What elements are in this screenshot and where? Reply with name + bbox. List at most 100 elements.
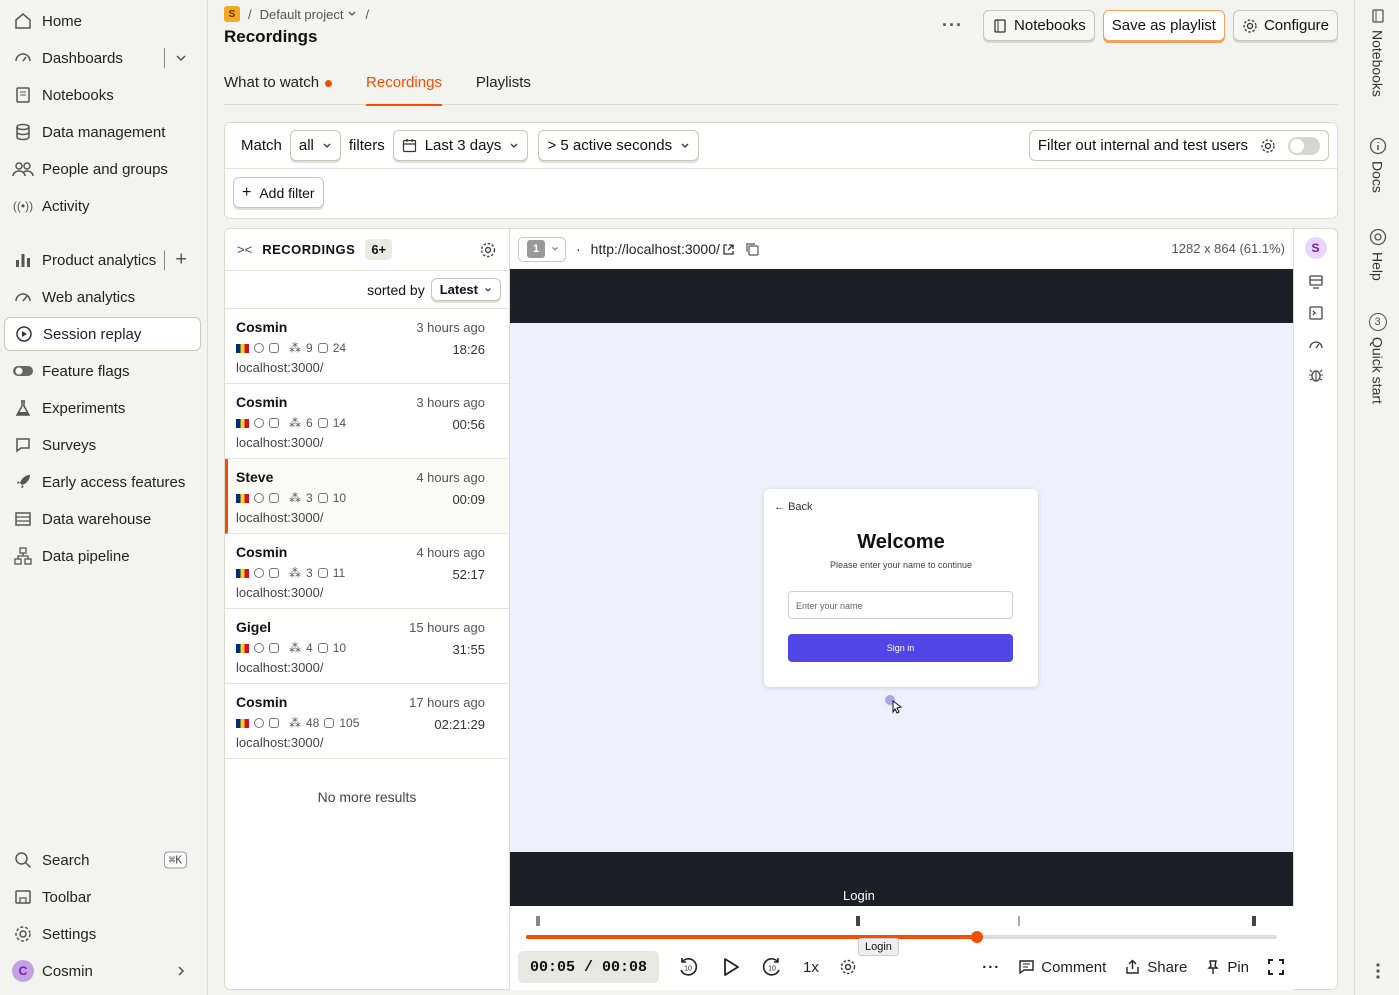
rewind-10-icon[interactable]: 10 <box>677 956 699 978</box>
performance-icon[interactable] <box>1308 336 1324 352</box>
share-button[interactable]: Share <box>1124 959 1187 976</box>
click-icon: ⁂ <box>289 341 301 355</box>
copy-icon[interactable] <box>745 242 760 257</box>
browser-icon <box>254 568 264 578</box>
fullscreen-icon[interactable] <box>1267 958 1285 976</box>
recording-item[interactable]: Gigel 15 hours ago ⁂ 4 10 31:55 localhost:… <box>225 609 509 684</box>
chevron-down-icon <box>510 143 518 148</box>
gear-icon[interactable] <box>479 241 497 259</box>
event-marker[interactable] <box>1252 916 1256 926</box>
more-options-button[interactable]: ··· <box>942 15 963 36</box>
sidepanel-quick-start[interactable]: 3 Quick start <box>1355 313 1399 404</box>
recording-item-active[interactable]: Steve 4 hours ago ⁂ 3 10 00:09 localhost:3… <box>225 459 509 534</box>
bar-chart-icon <box>12 249 34 271</box>
sidebar-item-notebooks[interactable]: Notebooks <box>4 78 201 112</box>
sidebar-item-activity[interactable]: ((•)) Activity <box>4 189 201 223</box>
chevron-down-icon <box>348 11 356 16</box>
add-filter-button[interactable]: + Add filter <box>233 177 324 208</box>
play-icon[interactable] <box>719 956 741 978</box>
recording-item[interactable]: Cosmin 4 hours ago ⁂ 3 11 52:17 localhost:… <box>225 534 509 609</box>
sort-select[interactable]: Latest <box>430 278 501 301</box>
welcome-heading: Welcome <box>857 531 945 553</box>
event-marker[interactable] <box>1018 916 1020 926</box>
notebooks-button[interactable]: Notebooks <box>983 10 1095 41</box>
sidebar-item-toolbar[interactable]: Toolbar <box>4 880 201 914</box>
sidebar-item-feature-flags[interactable]: Feature flags <box>4 354 201 388</box>
project-badge: S <box>224 6 240 22</box>
forward-10-icon[interactable]: 10 <box>761 956 783 978</box>
configure-button[interactable]: Configure <box>1232 10 1338 41</box>
sidebar-item-web-analytics[interactable]: Web analytics <box>4 280 201 314</box>
tab-what-to-watch[interactable]: What to watch <box>224 62 333 105</box>
sidepanel-help[interactable]: Help <box>1355 228 1399 281</box>
sidebar-item-product-analytics[interactable]: Product analytics + <box>4 243 201 277</box>
keyboard-icon <box>324 718 335 728</box>
sidebar-item-user[interactable]: C Cosmin <box>4 954 201 988</box>
event-marker[interactable] <box>536 916 540 926</box>
plus-icon: + <box>242 183 252 201</box>
duration-select[interactable]: > 5 active seconds <box>538 130 700 161</box>
sidebar-item-surveys[interactable]: Surveys <box>4 428 201 462</box>
collapse-icon[interactable]: >< <box>237 242 252 257</box>
bug-icon[interactable] <box>1308 367 1324 383</box>
gear-icon[interactable] <box>839 958 857 976</box>
notification-dot <box>325 80 333 87</box>
match-select[interactable]: all <box>289 130 341 161</box>
person-avatar[interactable]: S <box>1304 237 1327 259</box>
pin-button[interactable]: Pin <box>1205 959 1249 976</box>
date-range-select[interactable]: Last 3 days <box>392 130 529 161</box>
browser-icon <box>254 343 264 353</box>
internal-users-toggle[interactable] <box>1288 136 1320 155</box>
replay-viewport[interactable]: ← Back Welcome Please enter your name to… <box>510 269 1293 906</box>
recordings-list: >< RECORDINGS 6+ sorted by Latest Cosmin… <box>224 228 510 990</box>
tab-recordings[interactable]: Recordings <box>366 62 442 106</box>
match-label: Match <box>241 137 282 154</box>
toolbar-icon <box>12 886 34 908</box>
console-icon[interactable] <box>1308 305 1324 321</box>
dashboard-icon <box>12 47 34 69</box>
event-marker[interactable] <box>856 916 860 926</box>
desktop-icon <box>269 493 279 503</box>
sidepanel-more[interactable] <box>1355 962 1399 980</box>
sidebar-item-data-management[interactable]: Data management <box>4 115 201 149</box>
save-as-playlist-button[interactable]: Save as playlist <box>1102 10 1225 41</box>
sidebar-item-experiments[interactable]: Experiments <box>4 391 201 425</box>
sidebar-item-early-access[interactable]: Early access features <box>4 465 201 499</box>
sidebar-item-label: Early access features <box>42 473 186 491</box>
recording-item[interactable]: Cosmin 3 hours ago ⁂ 6 14 00:56 localhost:… <box>225 384 509 459</box>
filter-panel: Match all filters Last 3 days > 5 active… <box>224 122 1338 219</box>
sidebar-item-search[interactable]: Search ⌘K <box>4 843 201 877</box>
sidebar-item-dashboards[interactable]: Dashboards <box>4 41 201 75</box>
external-link-icon[interactable] <box>722 243 735 256</box>
more-options-button[interactable]: ··· <box>982 959 1000 976</box>
sidebar-item-data-pipeline[interactable]: Data pipeline <box>4 539 201 573</box>
sidepanel-notebooks[interactable]: Notebooks <box>1355 8 1399 97</box>
recording-item[interactable]: Cosmin 17 hours ago ⁂ 48 105 02:21:29 loca… <box>225 684 509 759</box>
sidebar-item-home[interactable]: Home <box>4 4 201 38</box>
keyboard-icon <box>317 343 328 353</box>
sidepanel-docs[interactable]: Docs <box>1355 137 1399 193</box>
speed-button[interactable]: 1x <box>803 959 819 976</box>
tab-playlists[interactable]: Playlists <box>476 62 531 105</box>
chevron-down-icon <box>323 143 331 148</box>
sidebar-item-people[interactable]: People and groups <box>4 152 201 186</box>
flask-icon <box>12 397 34 419</box>
internal-users-filter[interactable]: Filter out internal and test users <box>1028 130 1329 161</box>
inspector-icon[interactable] <box>1308 274 1324 290</box>
seekbar-handle[interactable] <box>970 931 983 943</box>
search-icon <box>12 849 34 871</box>
sidebar-item-label: Surveys <box>42 436 97 454</box>
project-switcher[interactable]: Default project <box>260 7 358 22</box>
plus-icon[interactable]: + <box>175 249 187 272</box>
seekbar[interactable] <box>526 931 1277 943</box>
sidebar-item-label: Web analytics <box>42 288 136 306</box>
sidebar-item-session-replay[interactable]: Session replay <box>4 317 201 351</box>
window-select[interactable]: 1 <box>518 236 566 262</box>
chevron-down-icon[interactable] <box>175 52 187 64</box>
recording-item[interactable]: Cosmin 3 hours ago ⁂ 9 24 18:26 localhost:… <box>225 309 509 384</box>
gear-icon <box>12 923 34 945</box>
sidebar-item-settings[interactable]: Settings <box>4 917 201 951</box>
sidebar-item-data-warehouse[interactable]: Data warehouse <box>4 502 201 536</box>
people-icon <box>12 158 34 180</box>
comment-button[interactable]: Comment <box>1018 959 1106 976</box>
